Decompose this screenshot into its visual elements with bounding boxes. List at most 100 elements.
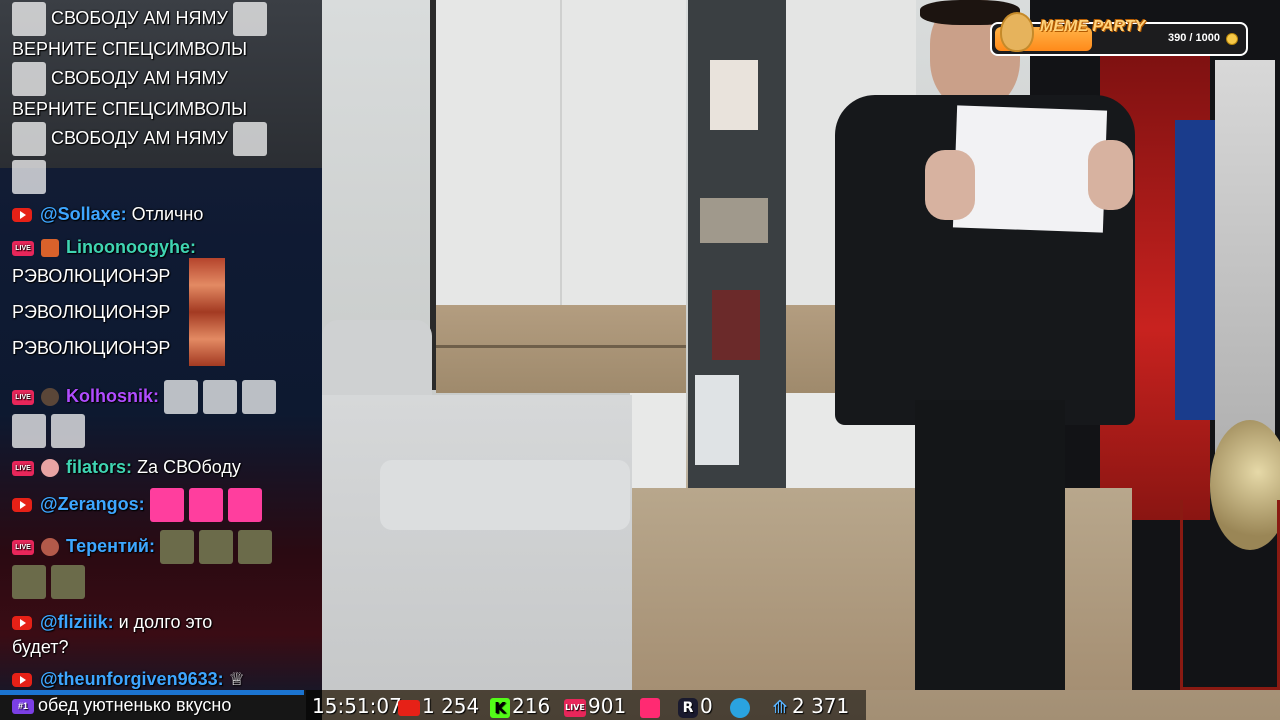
crown-icon: ♕ bbox=[228, 669, 245, 689]
message-text: РЭВОЛЮЦИОНЭР bbox=[12, 338, 171, 358]
emote bbox=[203, 380, 238, 414]
youtube-icon bbox=[12, 498, 32, 512]
meme-party-widget: MEME PARTY 390 / 1000 bbox=[990, 12, 1248, 56]
rutube-icon: R bbox=[678, 697, 698, 718]
emote bbox=[188, 488, 223, 522]
shelf-item bbox=[695, 375, 739, 465]
username[interactable]: @Sollaxe: bbox=[40, 204, 127, 224]
chat-message: LIVE Терентий: bbox=[12, 530, 273, 564]
emote bbox=[51, 565, 86, 599]
chat-message-line bbox=[12, 414, 86, 448]
username[interactable]: Терентий: bbox=[66, 536, 155, 556]
person-legs bbox=[915, 400, 1065, 690]
avatar bbox=[41, 459, 60, 478]
telegram-stat bbox=[730, 694, 752, 718]
white-flag bbox=[1215, 60, 1275, 460]
viewer-stats: 15:51:07 1 254 K 216 LIVE 901 R0 ⟰ 2 371 bbox=[306, 690, 866, 720]
vk-play-icon bbox=[640, 697, 660, 718]
username[interactable]: @Zerangos: bbox=[40, 494, 145, 514]
chat-message: LIVE Linoonoogyhe: bbox=[12, 236, 196, 258]
emote bbox=[242, 380, 277, 414]
emote bbox=[149, 488, 184, 522]
frame-1 bbox=[710, 60, 758, 130]
live-badge-icon: LIVE bbox=[12, 460, 34, 476]
chat-message: @theunforgiven9633: ♕ bbox=[12, 668, 245, 690]
emote bbox=[238, 530, 273, 564]
emote bbox=[12, 160, 46, 194]
chat-message-line: РЭВОЛЮЦИОНЭР bbox=[12, 301, 170, 323]
lower-cabinet-left bbox=[630, 393, 686, 488]
chat-message: @fliziiik: и долго это bbox=[12, 611, 212, 633]
message-text: ВЕРНИТЕ СПЕЦСИМВОЛЫ bbox=[12, 99, 248, 119]
avatar bbox=[41, 388, 60, 406]
chat-panel: СВОБОДУ АМ НЯМУ ВЕРНИТЕ СПЕЦСИМВОЛЫ СВОБ… bbox=[0, 0, 322, 690]
emote bbox=[199, 530, 233, 564]
message-text: и долго это bbox=[118, 612, 213, 632]
live-icon: LIVE bbox=[564, 698, 586, 717]
chat-message: СВОБОДУ АМ НЯМУ bbox=[12, 122, 267, 156]
emote bbox=[232, 122, 267, 156]
last-message-bar: #1 обед уютненько вкусно bbox=[0, 690, 322, 720]
youtube-count: 1 254 bbox=[422, 694, 480, 718]
emote bbox=[159, 530, 194, 564]
emote-stack bbox=[189, 258, 225, 366]
sofa bbox=[322, 395, 632, 690]
viewers-icon: ⟰ bbox=[772, 696, 788, 718]
username[interactable]: @theunforgiven9633: bbox=[40, 669, 224, 689]
message-text: Za СВОбоду bbox=[137, 457, 241, 477]
emote bbox=[51, 414, 86, 448]
chat-message-line bbox=[12, 565, 86, 599]
emote bbox=[12, 122, 46, 156]
message-text: обед уютненько вкусно bbox=[38, 695, 232, 715]
youtube-stat: 1 254 bbox=[398, 694, 479, 718]
youtube-icon bbox=[12, 616, 32, 631]
rutube-stat: R0 bbox=[678, 694, 713, 718]
message-text: ВЕРНИТЕ СПЕЦСИМВОЛЫ bbox=[12, 39, 248, 59]
rutube-count: 0 bbox=[700, 694, 713, 718]
avatar bbox=[41, 538, 60, 556]
kick-stat: K 216 bbox=[490, 694, 550, 718]
youtube-icon bbox=[398, 699, 420, 716]
emote bbox=[12, 565, 46, 599]
chat-message: СВОБОДУ АМ НЯМУ bbox=[12, 62, 228, 96]
emote bbox=[227, 488, 262, 522]
message-text: РЭВОЛЮЦИОНЭР bbox=[12, 266, 171, 286]
kick-icon: K bbox=[490, 697, 510, 718]
chat-message: @Zerangos: bbox=[12, 488, 262, 522]
stream-time: 15:51:07 bbox=[312, 694, 402, 718]
kick-count: 216 bbox=[512, 694, 551, 718]
username[interactable]: Kolhosnik: bbox=[66, 386, 159, 406]
person-hand-left bbox=[925, 150, 975, 220]
youtube-icon bbox=[12, 673, 32, 688]
emote bbox=[12, 414, 46, 448]
frame-3 bbox=[712, 290, 760, 360]
live-badge-icon: LIVE bbox=[12, 539, 34, 555]
person-hand-right bbox=[1088, 140, 1133, 210]
username[interactable]: @fliziiik: bbox=[40, 612, 114, 632]
youtube-icon bbox=[12, 208, 32, 223]
live-badge-icon: LIVE bbox=[12, 389, 34, 405]
bottom-bar: #1 обед уютненько вкусно 15:51:07 1 254 K… bbox=[0, 690, 1280, 720]
doge-icon bbox=[1000, 12, 1034, 52]
sofa-cushion bbox=[380, 460, 630, 530]
last-chat-message: #1 обед уютненько вкусно bbox=[12, 695, 231, 716]
username[interactable]: Linoonoogyhe: bbox=[66, 237, 196, 257]
message-text: СВОБОДУ АМ НЯМУ bbox=[51, 7, 228, 28]
drawer-line bbox=[436, 345, 686, 348]
globe-stand bbox=[1180, 500, 1280, 690]
chat-message: ВЕРНИТЕ СПЕЦСИМВОЛЫ bbox=[12, 98, 247, 120]
username[interactable]: filators: bbox=[66, 457, 132, 477]
chat-message-line: РЭВОЛЮЦИОНЭР bbox=[12, 265, 170, 287]
frame-2 bbox=[700, 198, 768, 243]
meme-party-count: 390 / 1000 bbox=[1168, 32, 1220, 44]
paper-sign bbox=[952, 105, 1108, 233]
meme-party-title: MEME PARTY bbox=[1040, 18, 1146, 35]
emote bbox=[164, 380, 199, 414]
total-viewers: ⟰ 2 371 bbox=[770, 694, 849, 718]
avatar bbox=[41, 239, 60, 258]
twitch-badge-icon: #1 bbox=[12, 698, 34, 714]
live-badge-icon: LIVE bbox=[12, 240, 34, 256]
viewers-count: 2 371 bbox=[792, 694, 850, 718]
telegram-icon bbox=[730, 697, 750, 718]
coin-icon bbox=[1226, 33, 1238, 45]
